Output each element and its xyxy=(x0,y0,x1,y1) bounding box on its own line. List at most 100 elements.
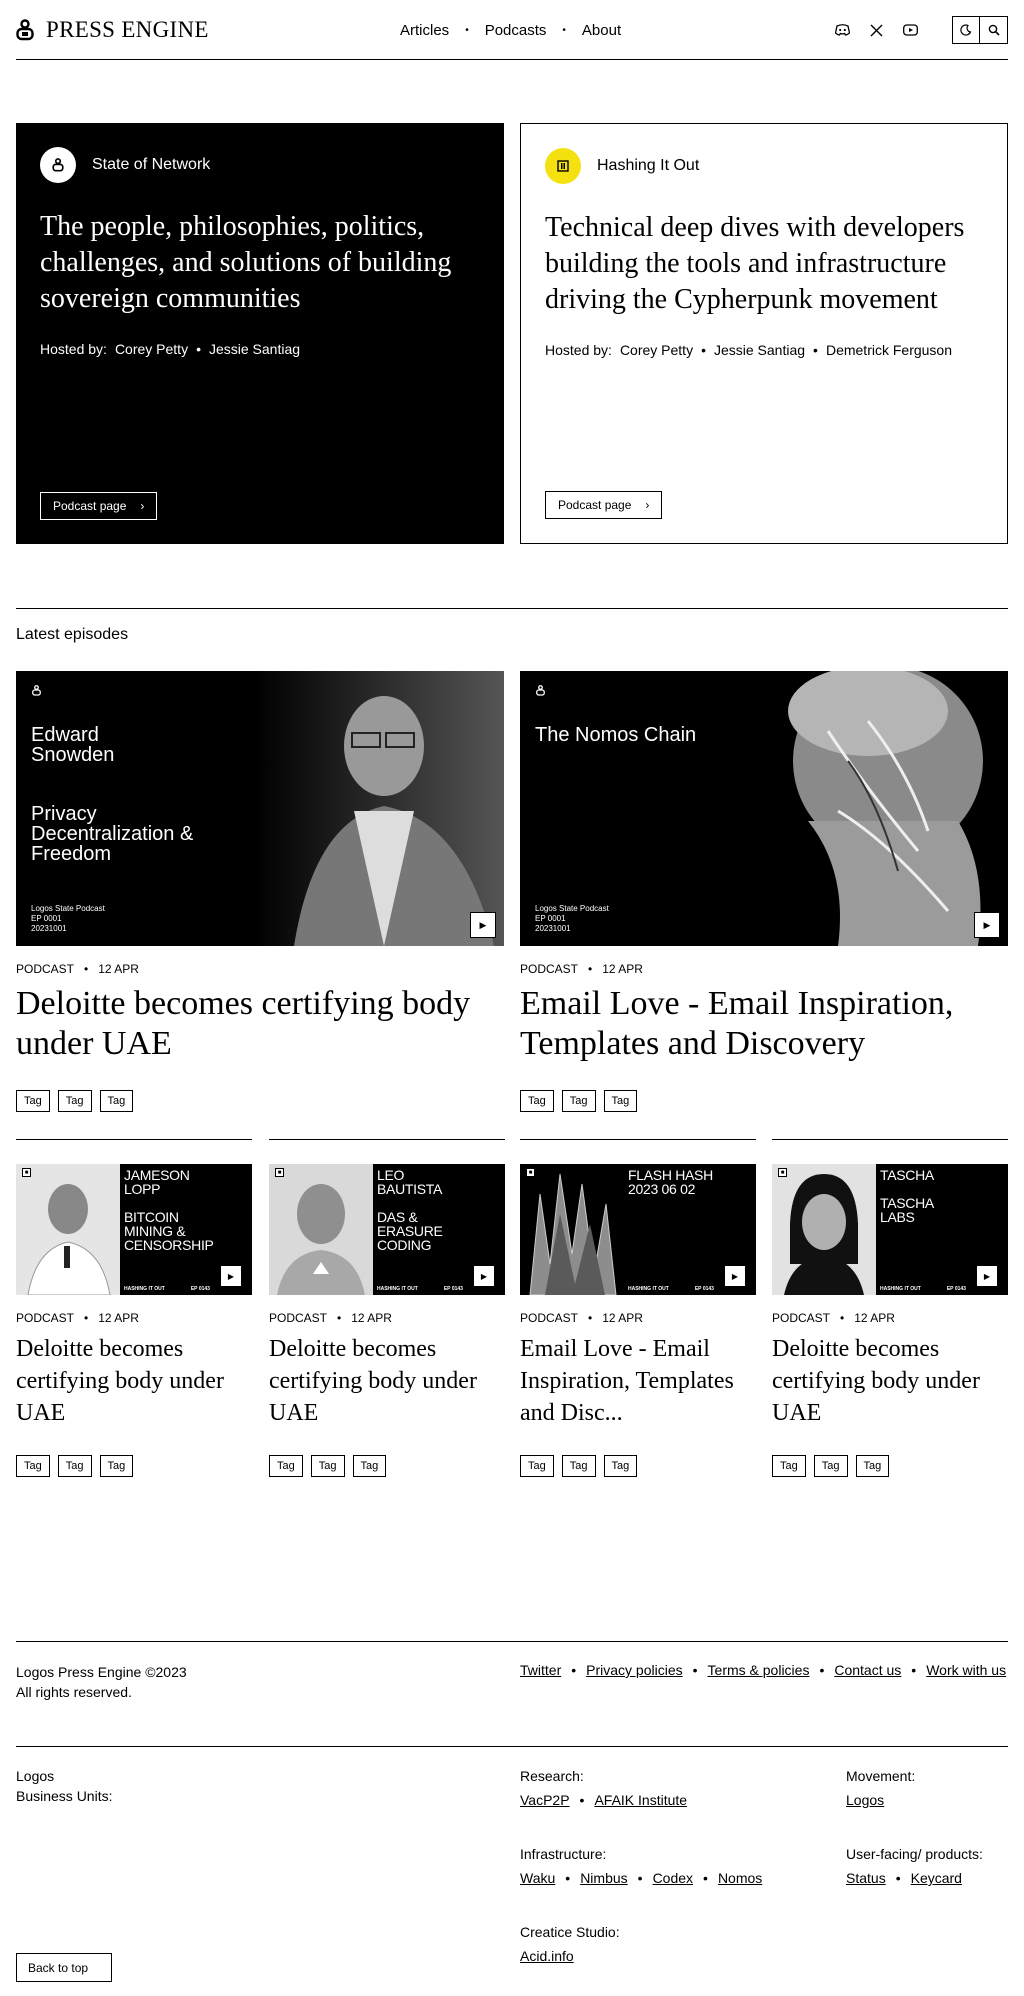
link-acid-info[interactable]: Acid.info xyxy=(520,1948,574,1964)
social-links xyxy=(834,22,918,38)
link-keycard[interactable]: Keycard xyxy=(911,1870,962,1886)
hosted-by-label: Hosted by: xyxy=(40,341,107,357)
x-icon[interactable] xyxy=(868,22,884,38)
play-button[interactable]: ▶ xyxy=(724,1265,746,1287)
link-codex[interactable]: Codex xyxy=(653,1870,693,1886)
episode-thumbnail[interactable]: Edward Snowden Privacy Decentralization … xyxy=(16,671,504,946)
episode-meta: PODCAST • 12 APR xyxy=(772,1311,895,1325)
episode-title[interactable]: Deloitte becomes certifying body under U… xyxy=(269,1333,505,1429)
host-name: Jessie Santiag xyxy=(713,342,806,358)
tag[interactable]: Tag xyxy=(603,1455,638,1477)
site-logo[interactable]: PRESS ENGINE xyxy=(16,17,209,43)
portrait-image xyxy=(269,1164,373,1295)
site-header: PRESS ENGINE Articles • Podcasts • About xyxy=(16,0,1008,60)
tag[interactable]: Tag xyxy=(99,1090,134,1112)
link-nomos[interactable]: Nomos xyxy=(718,1870,762,1886)
thumbnail-text: TASCHA TASCHA LABS xyxy=(880,1167,934,1225)
play-button[interactable]: ▶ xyxy=(470,912,496,938)
play-button[interactable]: ▶ xyxy=(220,1265,242,1287)
discord-icon[interactable] xyxy=(834,22,850,38)
business-units-subtitle: Business Units: xyxy=(16,1788,113,1804)
logo-icon xyxy=(16,18,34,40)
tag[interactable]: Tag xyxy=(855,1455,890,1477)
episode-date: 12 APR xyxy=(602,1311,643,1325)
tag[interactable]: Tag xyxy=(57,1090,92,1112)
episode-card[interactable]: ■ FLASH HASH 2023 06 02 HASHING IT OUT E… xyxy=(520,1139,756,1477)
group-label: Creatice Studio: xyxy=(520,1924,620,1940)
link-vacp2p[interactable]: VacP2P xyxy=(520,1792,570,1808)
statue-image xyxy=(718,671,1008,946)
tag[interactable]: Tag xyxy=(99,1455,134,1477)
link-logos[interactable]: Logos xyxy=(846,1792,884,1808)
play-icon: ▶ xyxy=(479,919,487,930)
thumbnail-meta: Logos State Podcast EP 0001 20231001 xyxy=(31,904,105,933)
episode-thumbnail[interactable]: The Nomos Chain Logos State Podcast EP 0… xyxy=(520,671,1008,946)
header-actions xyxy=(834,0,1008,60)
play-button[interactable]: ▶ xyxy=(976,1265,998,1287)
tag[interactable]: Tag xyxy=(310,1455,345,1477)
nav-articles[interactable]: Articles xyxy=(400,22,449,39)
tag[interactable]: Tag xyxy=(813,1455,848,1477)
episode-card[interactable]: ■ JAMESON LOPP BITCOIN MINING & CENSORSH… xyxy=(16,1139,252,1477)
nav-about[interactable]: About xyxy=(582,22,621,39)
episode-title[interactable]: Email Love - Email Inspiration, Template… xyxy=(520,984,1008,1064)
tag[interactable]: Tag xyxy=(57,1455,92,1477)
episode-card[interactable]: ■ LEO BAUTISTA DAS & ERASURE CODING HASH… xyxy=(269,1139,505,1477)
footer-link-privacy[interactable]: Privacy policies xyxy=(586,1662,682,1678)
thumbnail-show: HASHING IT OUT xyxy=(377,1286,418,1292)
episode-thumbnail[interactable]: ■ FLASH HASH 2023 06 02 HASHING IT OUT E… xyxy=(520,1164,756,1295)
featured-episode[interactable]: The Nomos Chain Logos State Podcast EP 0… xyxy=(520,671,1008,1112)
tag[interactable]: Tag xyxy=(561,1090,596,1112)
episode-card[interactable]: ■ TASCHA TASCHA LABS HASHING IT OUT EP 0… xyxy=(772,1139,1008,1477)
podcast-name[interactable]: Hashing It Out xyxy=(597,157,699,175)
episode-title[interactable]: Deloitte becomes certifying body under U… xyxy=(16,1333,252,1429)
tag[interactable]: Tag xyxy=(16,1090,50,1112)
footer-link-terms[interactable]: Terms & policies xyxy=(708,1662,810,1678)
footer-link-work[interactable]: Work with us xyxy=(926,1662,1006,1678)
back-to-top-button[interactable]: Back to top xyxy=(16,1953,112,1982)
podcast-page-button[interactable]: Podcast page › xyxy=(40,492,158,520)
search-button[interactable] xyxy=(980,16,1008,44)
play-button[interactable]: ▶ xyxy=(473,1265,495,1287)
podcast-name[interactable]: State of Network xyxy=(92,156,210,174)
featured-episode[interactable]: Edward Snowden Privacy Decentralization … xyxy=(16,671,504,1112)
episode-thumbnail[interactable]: ■ TASCHA TASCHA LABS HASHING IT OUT EP 0… xyxy=(772,1164,1008,1295)
link-waku[interactable]: Waku xyxy=(520,1870,555,1886)
group-label: Infrastructure: xyxy=(520,1846,607,1862)
link-nimbus[interactable]: Nimbus xyxy=(580,1870,627,1886)
tag[interactable]: Tag xyxy=(772,1455,806,1477)
episode-title[interactable]: Deloitte becomes certifying body under U… xyxy=(772,1333,1008,1429)
nav-separator: • xyxy=(465,24,469,36)
play-icon: ▶ xyxy=(480,1271,488,1281)
footer-link-contact[interactable]: Contact us xyxy=(834,1662,901,1678)
episode-thumbnail[interactable]: ■ LEO BAUTISTA DAS & ERASURE CODING HASH… xyxy=(269,1164,505,1295)
tag[interactable]: Tag xyxy=(603,1090,638,1112)
chevron-right-icon: › xyxy=(645,498,650,512)
episode-title[interactable]: Deloitte becomes certifying body under U… xyxy=(16,984,504,1064)
tag[interactable]: Tag xyxy=(520,1090,554,1112)
thumbnail-title: Edward Snowden xyxy=(31,724,115,766)
theme-toggle-button[interactable] xyxy=(952,16,980,44)
episode-thumbnail[interactable]: ■ JAMESON LOPP BITCOIN MINING & CENSORSH… xyxy=(16,1164,252,1295)
thumbnail-show: HASHING IT OUT xyxy=(880,1286,921,1292)
copyright-text: Logos Press Engine ©2023 xyxy=(16,1664,187,1680)
youtube-icon[interactable] xyxy=(902,22,918,38)
tag[interactable]: Tag xyxy=(520,1455,554,1477)
footer-link-twitter[interactable]: Twitter xyxy=(520,1662,561,1678)
host-name: Demetrick Ferguson xyxy=(825,342,952,358)
portrait-image xyxy=(772,1164,876,1295)
link-status[interactable]: Status xyxy=(846,1870,886,1886)
link-afaik[interactable]: AFAIK Institute xyxy=(594,1792,687,1808)
thumbnail-show: HASHING IT OUT xyxy=(628,1286,669,1292)
tag[interactable]: Tag xyxy=(16,1455,50,1477)
episode-date: 12 APR xyxy=(98,1311,139,1325)
nav-podcasts[interactable]: Podcasts xyxy=(485,22,547,39)
play-button[interactable]: ▶ xyxy=(974,912,1000,938)
tag-list: Tag Tag Tag xyxy=(520,1090,1008,1112)
tag[interactable]: Tag xyxy=(352,1455,387,1477)
podcast-card-hashing-it-out: Hashing It Out Technical deep dives with… xyxy=(520,123,1008,544)
tag[interactable]: Tag xyxy=(269,1455,303,1477)
episode-title[interactable]: Email Love - Email Inspiration, Template… xyxy=(520,1333,756,1429)
podcast-page-button[interactable]: Podcast page › xyxy=(545,491,663,519)
tag[interactable]: Tag xyxy=(561,1455,596,1477)
